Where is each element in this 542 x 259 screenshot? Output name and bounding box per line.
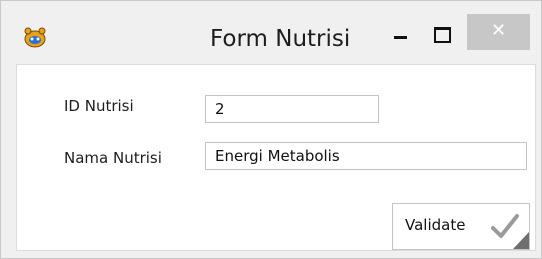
close-icon: ✕ <box>490 20 507 41</box>
title-bar[interactable]: Form Nutrisi ✕ <box>1 1 541 61</box>
minimize-button[interactable] <box>387 21 417 53</box>
form-nutrisi-window: Form Nutrisi ✕ ID Nutrisi 2 Nama Nutrisi… <box>0 0 542 259</box>
close-button[interactable]: ✕ <box>467 14 530 50</box>
app-logo-icon <box>24 27 46 48</box>
form-panel: ID Nutrisi 2 Nama Nutrisi Energi Metabol… <box>16 64 536 251</box>
maximize-button[interactable] <box>428 21 458 53</box>
id-nutrisi-label: ID Nutrisi <box>64 97 134 115</box>
validate-button-label: Validate <box>405 216 466 234</box>
window-title: Form Nutrisi <box>210 26 351 52</box>
nama-nutrisi-label: Nama Nutrisi <box>64 149 162 167</box>
validate-button[interactable]: Validate <box>392 203 530 250</box>
nama-nutrisi-field[interactable]: Energi Metabolis <box>205 142 527 170</box>
id-nutrisi-field[interactable]: 2 <box>205 95 379 123</box>
corner-grip-icon <box>513 232 529 249</box>
